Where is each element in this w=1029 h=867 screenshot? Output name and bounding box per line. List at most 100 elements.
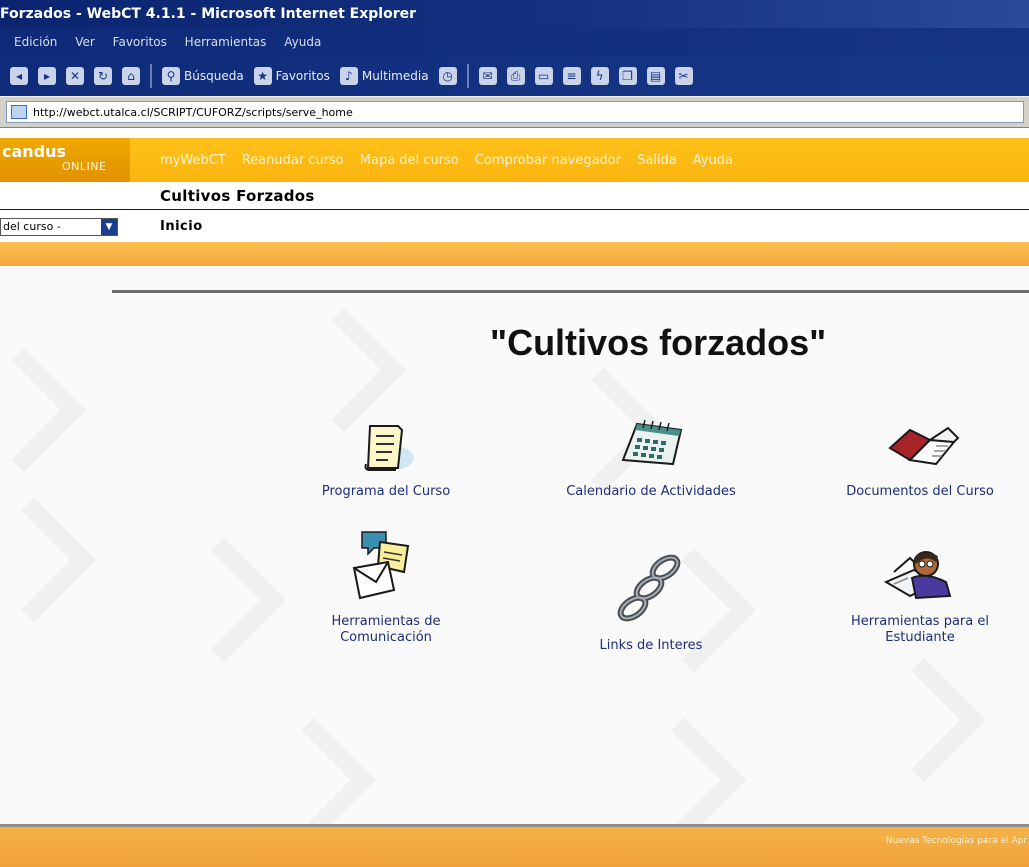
stop-icon: ✕ xyxy=(66,67,84,85)
educandus-logo: candus ONLINE xyxy=(0,138,130,182)
menu-favoritos[interactable]: Favoritos xyxy=(113,35,167,49)
chevron-down-icon[interactable]: ▼ xyxy=(101,219,117,235)
tile-links-de-interes[interactable]: Links de Interes xyxy=(541,552,761,672)
print-button[interactable]: ⎙ xyxy=(506,67,525,85)
background-chevron-decoration xyxy=(251,717,377,824)
background-chevron-decoration xyxy=(861,657,987,783)
messenger-button[interactable]: ϟ xyxy=(590,67,609,85)
content-divider xyxy=(112,290,1029,293)
menu-edicion[interactable]: Edición xyxy=(14,35,57,49)
tile-label-line-1[interactable]: Herramientas para el xyxy=(810,614,1029,630)
search-label: Búsqueda xyxy=(184,69,244,83)
page-icon xyxy=(11,105,27,119)
student-icon xyxy=(810,536,1029,606)
toolbar-divider xyxy=(150,64,152,88)
multimedia-icon: ♪ xyxy=(339,67,358,85)
nav-comprobar-link[interactable]: Comprobar navegador xyxy=(475,153,621,168)
lightning-icon: ϟ xyxy=(590,67,609,85)
edit-button[interactable]: ▭ xyxy=(534,67,553,85)
history-icon: ◷ xyxy=(438,67,457,85)
tile-label[interactable]: Documentos del Curso xyxy=(810,484,1029,500)
paste-button[interactable]: ▤ xyxy=(646,67,665,85)
tile-documentos-del-curso[interactable]: Documentos del Curso xyxy=(810,414,1029,506)
menu-herramientas[interactable]: Herramientas xyxy=(185,35,267,49)
footer-divider xyxy=(0,824,1029,827)
favorites-button[interactable]: ★ Favoritos xyxy=(253,67,330,85)
home-button[interactable]: ⌂ xyxy=(122,67,140,85)
menu-bar: Edición Ver Favoritos Herramientas Ayuda xyxy=(0,28,1029,56)
background-chevron-decoration xyxy=(161,537,287,663)
tile-label[interactable]: Programa del Curso xyxy=(276,484,496,500)
course-title-row: Cultivos Forzados xyxy=(0,182,1029,210)
tile-label[interactable]: Calendario de Actividades xyxy=(541,484,761,500)
multimedia-button[interactable]: ♪ Multimedia xyxy=(339,67,429,85)
nav-mywebct-link[interactable]: myWebCT xyxy=(160,153,226,168)
window-title: Forzados - WebCT 4.1.1 - Microsoft Inter… xyxy=(0,6,417,22)
tile-calendario-de-actividades[interactable]: Calendario de Actividades xyxy=(541,414,761,506)
background-chevron-decoration xyxy=(0,497,97,623)
discuss-button[interactable]: ≡ xyxy=(562,67,581,85)
nav-ayuda-link[interactable]: Ayuda xyxy=(693,153,733,168)
refresh-icon: ↻ xyxy=(94,67,112,85)
tile-label-line-2[interactable]: Comunicación xyxy=(276,630,496,646)
header-divider-bar xyxy=(0,242,1029,266)
syllabus-icon xyxy=(276,414,496,478)
discuss-icon: ≡ xyxy=(562,67,581,85)
nav-mapa-link[interactable]: Mapa del curso xyxy=(360,153,459,168)
browser-toolbar: ◂ ▸ ✕ ↻ ⌂ ⚲ Búsqueda ★ Favoritos ♪ Multi… xyxy=(0,56,1029,96)
search-icon: ⚲ xyxy=(162,67,180,85)
copy-button[interactable]: ❐ xyxy=(618,67,637,85)
tile-label[interactable]: Links de Interes xyxy=(541,638,761,654)
tile-programa-del-curso[interactable]: Programa del Curso xyxy=(276,414,496,506)
search-button[interactable]: ⚲ Búsqueda xyxy=(162,67,244,85)
favorites-label: Favoritos xyxy=(275,69,330,83)
url-text: http://webct.utalca.cl/SCRIPT/CUFORZ/scr… xyxy=(33,105,353,119)
multimedia-label: Multimedia xyxy=(361,69,429,83)
background-chevron-decoration xyxy=(621,717,747,824)
calendar-icon xyxy=(541,414,761,478)
tile-label-line-2[interactable]: Estudiante xyxy=(810,630,1029,646)
breadcrumb: Inicio xyxy=(160,219,203,234)
favorites-icon: ★ xyxy=(253,67,272,85)
logo-sub: ONLINE xyxy=(62,160,107,173)
forward-button[interactable]: ▸ xyxy=(38,67,56,85)
mail-button[interactable]: ✉ xyxy=(478,67,497,85)
page-footer: Nuevas Tecnologías para el Apr xyxy=(0,824,1029,867)
communication-icon xyxy=(276,528,496,608)
nav-links: myWebCT Reanudar curso Mapa del curso Co… xyxy=(160,138,733,182)
menu-ayuda[interactable]: Ayuda xyxy=(284,35,321,49)
background-chevron-decoration xyxy=(0,347,87,473)
url-field[interactable]: http://webct.utalca.cl/SCRIPT/CUFORZ/scr… xyxy=(6,101,1024,123)
history-button[interactable]: ◷ xyxy=(438,67,457,85)
course-tools-select[interactable]: del curso - ▼ xyxy=(0,218,118,236)
menu-ver[interactable]: Ver xyxy=(75,35,95,49)
copy-icon: ❐ xyxy=(618,67,637,85)
footer-text: Nuevas Tecnologías para el Apr xyxy=(885,836,1027,846)
course-tools-select-value: del curso - xyxy=(3,220,61,233)
nav-reanudar-link[interactable]: Reanudar curso xyxy=(242,153,344,168)
course-home-content: "Cultivos forzados" Programa del Curso C… xyxy=(0,266,1029,824)
tile-herramientas-de-comunicacion[interactable]: Herramientas de Comunicación xyxy=(276,528,496,658)
home-page-title: "Cultivos forzados" xyxy=(490,322,827,363)
forward-arrow-icon: ▸ xyxy=(38,67,56,85)
cut-button[interactable]: ✂ xyxy=(674,67,693,85)
stop-button[interactable]: ✕ xyxy=(66,67,84,85)
print-icon: ⎙ xyxy=(506,67,525,85)
toolbar-divider xyxy=(466,64,469,88)
refresh-button[interactable]: ↻ xyxy=(94,67,112,85)
home-icon: ⌂ xyxy=(122,67,140,85)
back-button[interactable]: ◂ xyxy=(10,67,28,85)
back-arrow-icon: ◂ xyxy=(10,67,28,85)
scissors-icon: ✂ xyxy=(674,67,693,85)
webct-nav-bar: candus ONLINE myWebCT Reanudar curso Map… xyxy=(0,138,1029,182)
nav-salida-link[interactable]: Salida xyxy=(637,153,677,168)
edit-icon: ▭ xyxy=(534,67,553,85)
paste-icon: ▤ xyxy=(646,67,665,85)
mail-icon: ✉ xyxy=(478,67,497,85)
book-icon xyxy=(810,414,1029,478)
course-title: Cultivos Forzados xyxy=(160,187,315,205)
tile-label-line-1[interactable]: Herramientas de xyxy=(276,614,496,630)
window-title-bar: Forzados - WebCT 4.1.1 - Microsoft Inter… xyxy=(0,0,1029,28)
breadcrumb-row: del curso - ▼ Inicio xyxy=(0,210,1029,242)
tile-herramientas-para-el-estudiante[interactable]: Herramientas para el Estudiante xyxy=(810,536,1029,666)
